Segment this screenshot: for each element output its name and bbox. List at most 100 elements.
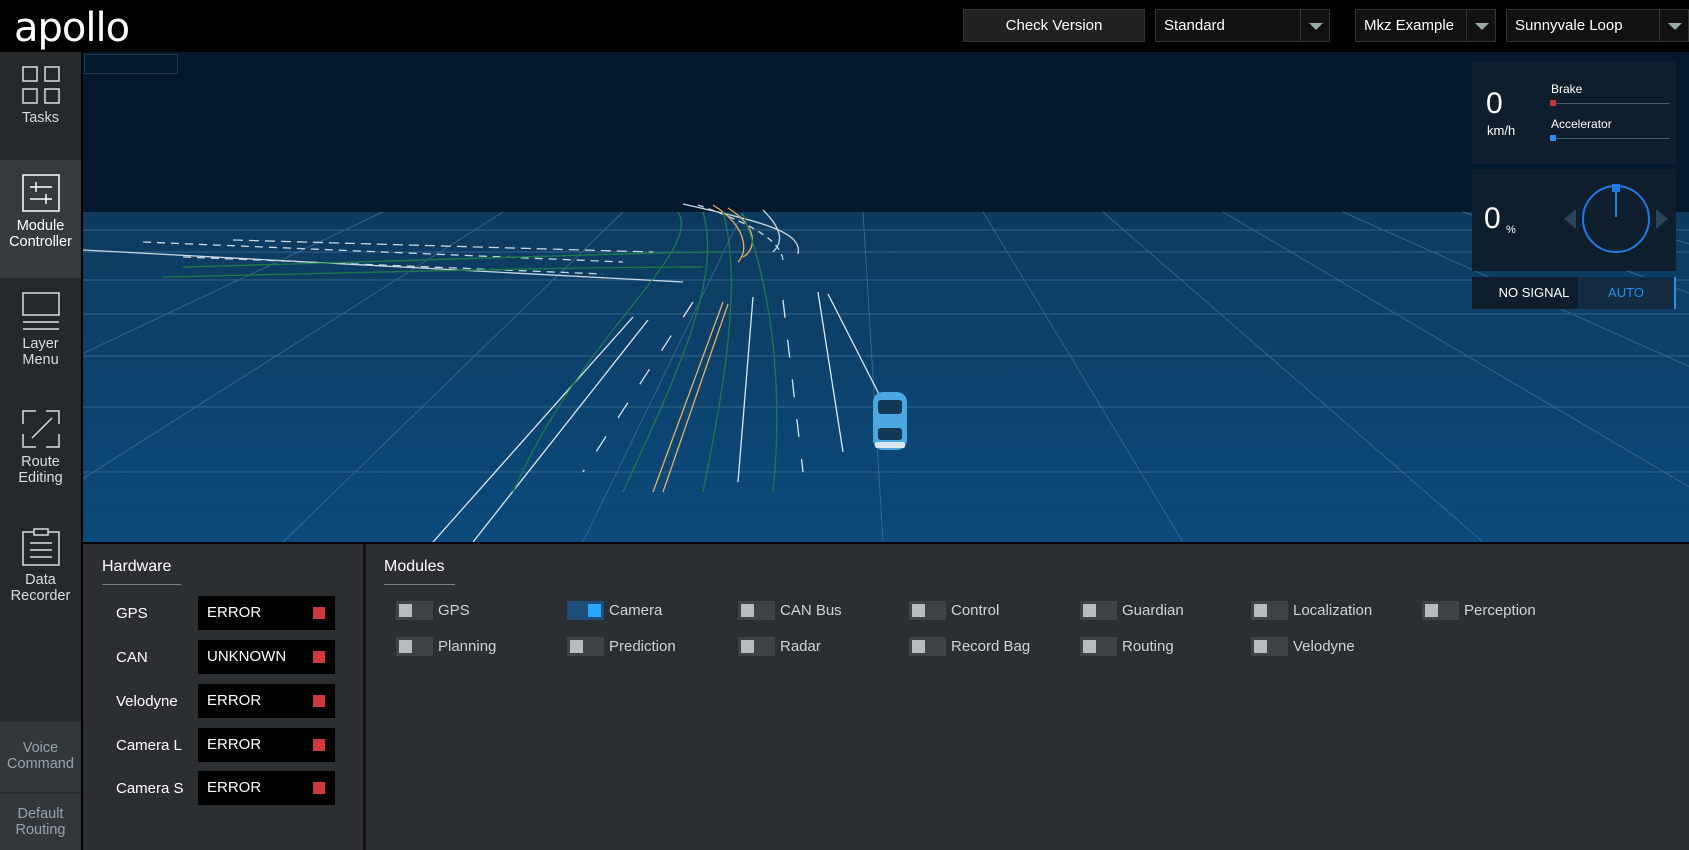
layers-icon	[21, 292, 60, 330]
module-toggle[interactable]	[1422, 601, 1459, 620]
vehicle-select-value: Mkz Example	[1364, 17, 1455, 34]
speed-value: 0	[1486, 87, 1503, 120]
hardware-status: ERROR	[198, 684, 335, 718]
brake-label: Brake	[1551, 82, 1583, 96]
voice-command-label: Command	[7, 756, 74, 772]
module-label: CAN Bus	[780, 602, 842, 619]
brake-bar	[1550, 100, 1669, 106]
status-indicator	[313, 651, 325, 663]
hardware-title: Hardware	[102, 558, 181, 585]
hardware-row-can: CAN UNKNOWN	[83, 640, 363, 674]
module-label: Velodyne	[1293, 638, 1355, 655]
module-toggle[interactable]	[909, 637, 946, 656]
module-toggle[interactable]	[1251, 601, 1288, 620]
module-label: Localization	[1293, 602, 1373, 619]
sidebar-item-label: Module	[16, 218, 65, 234]
hardware-status: UNKNOWN	[198, 640, 335, 674]
module-label: Routing	[1122, 638, 1174, 655]
hardware-status: ERROR	[198, 728, 335, 762]
hardware-row-gps: GPS ERROR	[83, 596, 363, 630]
module-toggle[interactable]	[909, 601, 946, 620]
sidebar-item-tasks[interactable]: Tasks	[0, 52, 81, 170]
scene-search-box[interactable]	[84, 54, 178, 74]
module-toggle[interactable]	[396, 601, 433, 620]
hardware-status-text: UNKNOWN	[207, 648, 287, 665]
sidebar-item-label: Editing	[18, 470, 63, 486]
default-routing-button[interactable]: Default Routing	[0, 794, 81, 850]
hardware-row-velodyne: Velodyne ERROR	[83, 684, 363, 718]
module-toggle[interactable]	[738, 637, 775, 656]
map-select-value: Sunnyvale Loop	[1515, 17, 1623, 34]
map-select[interactable]: Sunnyvale Loop	[1506, 9, 1689, 42]
steering-unit: %	[1506, 224, 1516, 236]
default-routing-label: Routing	[15, 822, 66, 838]
status-indicator	[313, 739, 325, 751]
module-toggle[interactable]	[567, 601, 604, 620]
vehicle-select[interactable]: Mkz Example	[1355, 9, 1496, 42]
module-label: Control	[951, 602, 1000, 619]
clipboard-icon	[21, 528, 60, 566]
drive-mode-badge: AUTO	[1578, 277, 1676, 309]
hardware-panel: Hardware GPS ERROR CAN UNKNOWN Velodyne …	[83, 544, 363, 850]
mode-select-value: Standard	[1164, 17, 1225, 34]
sidebar-item-label: Menu	[22, 352, 59, 368]
module-toggle[interactable]	[567, 637, 604, 656]
hardware-status-text: ERROR	[207, 604, 262, 621]
module-toggle[interactable]	[1251, 637, 1288, 656]
module-label: Record Bag	[951, 638, 1031, 655]
sidebar-item-module-controller[interactable]: Module Controller	[0, 160, 81, 278]
voice-command-button[interactable]: Voice Command	[0, 722, 81, 792]
map-viewport[interactable]	[83, 52, 1689, 542]
default-routing-label: Default	[17, 806, 64, 822]
apollo-logo: apollo	[14, 5, 130, 51]
sidebar-item-layer-menu[interactable]: Layer Menu	[0, 278, 81, 396]
module-toggle[interactable]	[1080, 637, 1117, 656]
module-label: GPS	[438, 602, 470, 619]
steering-wheel-icon	[1564, 184, 1668, 253]
hardware-row-camera-s: Camera S ERROR	[83, 771, 363, 805]
hardware-name: CAN	[116, 649, 148, 666]
module-toggle[interactable]	[396, 637, 433, 656]
module-label: Camera	[609, 602, 663, 619]
ground-plane	[83, 212, 1689, 542]
turn-signal-status: NO SIGNAL	[1498, 285, 1570, 300]
module-label: Prediction	[609, 638, 676, 655]
sidebar-item-label: Data	[25, 572, 56, 588]
sidebar: Tasks Module Controller Layer Menu Route	[0, 52, 81, 850]
module-toggle[interactable]	[738, 601, 775, 620]
grid-icon	[21, 66, 60, 104]
status-indicator	[313, 782, 325, 794]
mode-select[interactable]: Standard	[1155, 9, 1330, 42]
sidebar-item-data-recorder[interactable]: Data Recorder	[0, 514, 81, 632]
top-bar: apollo Check Version Standard Mkz Exampl…	[0, 0, 1689, 52]
hardware-status-text: ERROR	[207, 692, 262, 709]
hardware-name: Camera S	[116, 780, 184, 797]
check-version-button[interactable]: Check Version	[963, 9, 1145, 42]
route-icon	[21, 410, 60, 448]
module-label: Radar	[780, 638, 821, 655]
module-label: Perception	[1464, 602, 1536, 619]
voice-command-label: Voice	[22, 740, 59, 756]
sidebar-item-label: Controller	[9, 234, 72, 250]
module-toggle[interactable]	[1080, 601, 1117, 620]
chevron-down-icon[interactable]	[1466, 10, 1495, 41]
accelerator-bar	[1550, 135, 1669, 141]
hardware-name: Velodyne	[116, 693, 178, 710]
status-indicator	[313, 695, 325, 707]
chevron-down-icon[interactable]	[1659, 10, 1688, 41]
hardware-status: ERROR	[198, 771, 335, 805]
sliders-icon	[21, 174, 60, 212]
speed-unit: km/h	[1487, 123, 1516, 138]
sidebar-item-route-editing[interactable]: Route Editing	[0, 396, 81, 514]
status-indicator	[313, 607, 325, 619]
sidebar-item-label: Route	[21, 454, 60, 470]
signal-panel: NO SIGNAL AUTO	[1472, 277, 1676, 309]
hardware-status-text: ERROR	[207, 736, 262, 753]
modules-title: Modules	[384, 558, 455, 585]
chevron-down-icon[interactable]	[1300, 10, 1329, 41]
brake-indicator	[1550, 100, 1556, 106]
module-label: Guardian	[1122, 602, 1184, 619]
sidebar-item-label: Tasks	[21, 110, 60, 126]
accelerator-label: Accelerator	[1551, 117, 1612, 131]
hardware-row-camera-l: Camera L ERROR	[83, 728, 363, 762]
